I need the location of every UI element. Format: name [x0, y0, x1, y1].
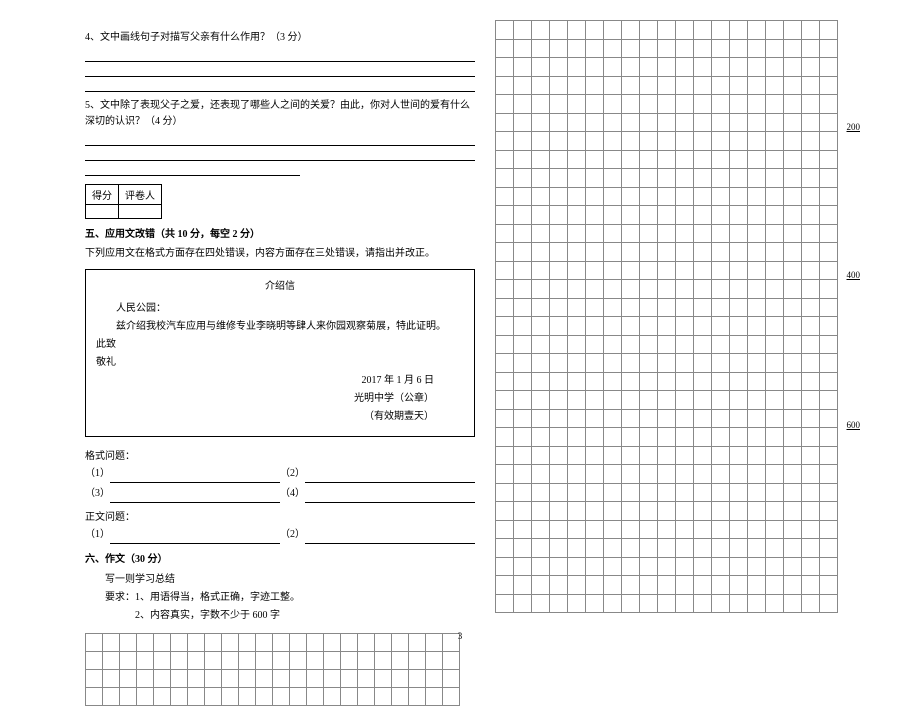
- letter-box: 介绍信 人民公园： 兹介绍我校汽车应用与维修专业李晓明等肆人来你园观察菊展，特此…: [85, 269, 475, 437]
- answer-line[interactable]: [85, 80, 475, 92]
- section-5-instruction: 下列应用文在格式方面存在四处错误，内容方面存在三处错误，请指出并改正。: [85, 246, 475, 261]
- content-issues-label: 正文问题：: [85, 508, 475, 523]
- letter-valid: （有效期壹天）: [96, 408, 464, 426]
- score-header: 得分: [86, 185, 119, 205]
- letter-sender: 光明中学（公章）: [96, 390, 464, 408]
- essay-grid-small[interactable]: [85, 633, 460, 706]
- letter-closing1: 此致: [96, 336, 464, 354]
- marker-header: 评卷人: [119, 185, 162, 205]
- letter-body: 兹介绍我校汽车应用与维修专业李晓明等肆人来你园观察菊展，特此证明。: [96, 318, 464, 336]
- answer-line[interactable]: [85, 134, 475, 146]
- marker-cell[interactable]: [119, 205, 162, 219]
- score-cell[interactable]: [86, 205, 119, 219]
- essay-grid-large[interactable]: [495, 20, 838, 613]
- answer-line[interactable]: [85, 50, 475, 62]
- fill-blank[interactable]: [305, 492, 475, 503]
- fill-num-1: （1）: [85, 465, 110, 483]
- fill-num-2b: （2）: [280, 526, 305, 544]
- answer-line[interactable]: [85, 164, 300, 176]
- marker-400: 400: [847, 270, 861, 280]
- answer-line[interactable]: [85, 149, 475, 161]
- score-table: 得分 评卷人: [85, 184, 162, 219]
- fill-num-1b: （1）: [85, 526, 110, 544]
- section-5-header: 五、应用文改错（共 10 分，每空 2 分）: [85, 225, 475, 240]
- letter-addressee: 人民公园：: [96, 300, 464, 318]
- question-5: 5、文中除了表现父子之爱，还表现了哪些人之间的关爱？由此，你对人世间的爱有什么深…: [85, 98, 475, 130]
- fill-num-3: （3）: [85, 485, 110, 503]
- answer-line[interactable]: [85, 65, 475, 77]
- fill-num-4: （4）: [280, 485, 305, 503]
- section-6-header: 六、作文（30 分）: [85, 550, 475, 565]
- marker-200: 200: [847, 122, 861, 132]
- letter-date: 2017 年 1 月 6 日: [96, 372, 464, 390]
- essay-req-label: 要求：: [105, 592, 135, 603]
- fill-num-2: （2）: [280, 465, 305, 483]
- fill-blank[interactable]: [110, 472, 280, 483]
- letter-title: 介绍信: [96, 278, 464, 296]
- fill-blank[interactable]: [305, 533, 475, 544]
- letter-closing2: 敬礼: [96, 354, 464, 372]
- essay-req-1: 1、用语得当，格式正确，字迹工整。: [135, 592, 300, 603]
- fill-blank[interactable]: [305, 472, 475, 483]
- question-4: 4、文中画线句子对描写父亲有什么作用？（3 分）: [85, 30, 475, 46]
- marker-600: 600: [847, 420, 861, 430]
- page-number: 3: [458, 631, 463, 641]
- format-issues-label: 格式问题：: [85, 447, 475, 462]
- essay-req-2: 2、内容真实，字数不少于 600 字: [85, 607, 475, 625]
- fill-blank[interactable]: [110, 492, 280, 503]
- essay-prompt: 写一则学习总结: [85, 571, 475, 589]
- fill-blank[interactable]: [110, 533, 280, 544]
